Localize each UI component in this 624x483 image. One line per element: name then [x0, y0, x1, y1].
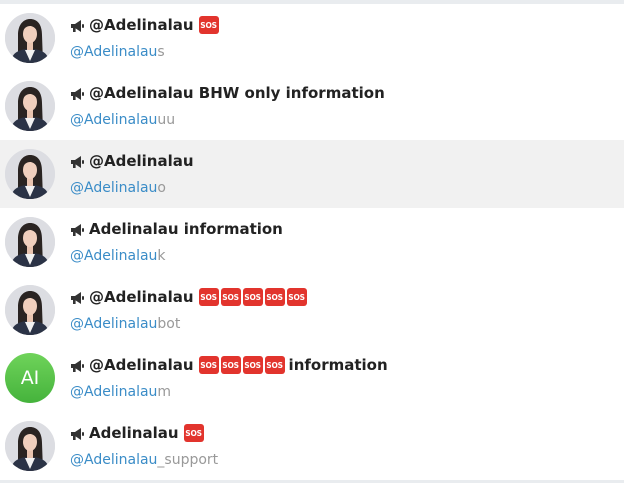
- username-rest: k: [157, 248, 166, 264]
- result-text: Adelinalau information @Adelinalauk: [70, 208, 614, 276]
- avatar: [5, 217, 55, 267]
- result-title: Adelinalau information: [70, 220, 283, 238]
- result-text: @Adelinalau SOS SOS SOS SOS information @Adeli…: [70, 344, 614, 412]
- result-text: @Adelinalau BHW only information @Adelina…: [70, 72, 614, 140]
- sos-icon: SOS: [198, 16, 219, 34]
- search-result-row[interactable]: @Adelinalau SOS SOS SOS SOS SOS @Adelinalaubot: [0, 276, 624, 344]
- avatar: [5, 149, 55, 199]
- avatar: [5, 285, 55, 335]
- channel-name: Adelinalau: [89, 424, 179, 442]
- username-rest: bot: [157, 316, 181, 332]
- username-match: @Adelinalau: [70, 44, 158, 60]
- result-username: @Adelinalauuu: [70, 112, 175, 128]
- sos-badges: SOS: [183, 424, 206, 442]
- search-result-row[interactable]: @Adelinalau BHW only information @Adelina…: [0, 72, 624, 140]
- sos-icon: SOS: [220, 356, 241, 374]
- sos-icon: SOS: [220, 288, 241, 306]
- channel-name: @Adelinalau: [89, 288, 194, 306]
- search-result-row[interactable]: AI @Adelinalau SOS SOS SOS SOS information @Ade…: [0, 344, 624, 412]
- search-result-row[interactable]: @Adelinalau @Adelinalauo: [0, 140, 624, 208]
- sos-badges: SOS SOS SOS SOS: [198, 356, 287, 374]
- result-text: Adelinalau SOS @Adelinalau_support: [70, 412, 614, 480]
- megaphone-icon: [70, 291, 85, 305]
- username-rest: o: [157, 180, 166, 196]
- result-title: @Adelinalau: [70, 152, 194, 170]
- username-match: @Adelinalau: [70, 180, 158, 196]
- sos-icon: SOS: [198, 356, 219, 374]
- username-match: @Adelinalau: [70, 316, 158, 332]
- username-match: @Adelinalau: [70, 452, 158, 468]
- avatar: [5, 81, 55, 131]
- sos-badges: SOS SOS SOS SOS SOS: [198, 288, 309, 306]
- sos-icon: SOS: [183, 424, 204, 442]
- megaphone-icon: [70, 359, 85, 373]
- megaphone-icon: [70, 87, 85, 101]
- channel-name: @Adelinalau: [89, 16, 194, 34]
- search-results-list: @Adelinalau SOS @Adelinalaus @Adelinalau B…: [0, 4, 624, 480]
- channel-name: Adelinalau information: [89, 220, 283, 238]
- result-username: @Adelinalaum: [70, 384, 171, 400]
- sos-icon: SOS: [198, 288, 219, 306]
- megaphone-icon: [70, 427, 85, 441]
- sos-icon: SOS: [264, 288, 285, 306]
- result-title: @Adelinalau BHW only information: [70, 84, 385, 102]
- megaphone-icon: [70, 223, 85, 237]
- channel-name: @Adelinalau: [89, 152, 194, 170]
- sos-icon: SOS: [264, 356, 285, 374]
- result-title: @Adelinalau SOS SOS SOS SOS SOS: [70, 288, 309, 306]
- result-text: @Adelinalau SOS @Adelinalaus: [70, 4, 614, 72]
- username-match: @Adelinalau: [70, 248, 158, 264]
- sos-badges: SOS: [198, 16, 221, 34]
- sos-icon: SOS: [286, 288, 307, 306]
- result-text: @Adelinalau SOS SOS SOS SOS SOS @Adelinalaubot: [70, 276, 614, 344]
- result-text: @Adelinalau @Adelinalauo: [70, 140, 614, 208]
- megaphone-icon: [70, 155, 85, 169]
- channel-name-suffix: information: [288, 356, 388, 374]
- result-username: @Adelinalauo: [70, 180, 166, 196]
- username-match: @Adelinalau: [70, 384, 158, 400]
- username-rest: s: [157, 44, 165, 60]
- channel-name: @Adelinalau BHW only information: [89, 84, 385, 102]
- avatar: [5, 13, 55, 63]
- result-username: @Adelinalauk: [70, 248, 166, 264]
- avatar-initials: AI: [20, 367, 40, 389]
- result-title: @Adelinalau SOS SOS SOS SOS information: [70, 356, 388, 374]
- username-rest: _support: [157, 452, 219, 468]
- result-username: @Adelinalaus: [70, 44, 165, 60]
- result-username: @Adelinalaubot: [70, 316, 180, 332]
- search-result-row[interactable]: Adelinalau SOS @Adelinalau_support: [0, 412, 624, 480]
- avatar: [5, 421, 55, 471]
- username-match: @Adelinalau: [70, 112, 158, 128]
- channel-name: @Adelinalau: [89, 356, 194, 374]
- sos-icon: SOS: [242, 356, 263, 374]
- username-rest: uu: [157, 112, 176, 128]
- avatar: AI: [5, 353, 55, 403]
- result-title: @Adelinalau SOS: [70, 16, 221, 34]
- result-title: Adelinalau SOS: [70, 424, 206, 442]
- megaphone-icon: [70, 19, 85, 33]
- search-result-row[interactable]: @Adelinalau SOS @Adelinalaus: [0, 4, 624, 72]
- sos-icon: SOS: [242, 288, 263, 306]
- search-result-row[interactable]: Adelinalau information @Adelinalauk: [0, 208, 624, 276]
- result-username: @Adelinalau_support: [70, 452, 218, 468]
- username-rest: m: [157, 384, 172, 400]
